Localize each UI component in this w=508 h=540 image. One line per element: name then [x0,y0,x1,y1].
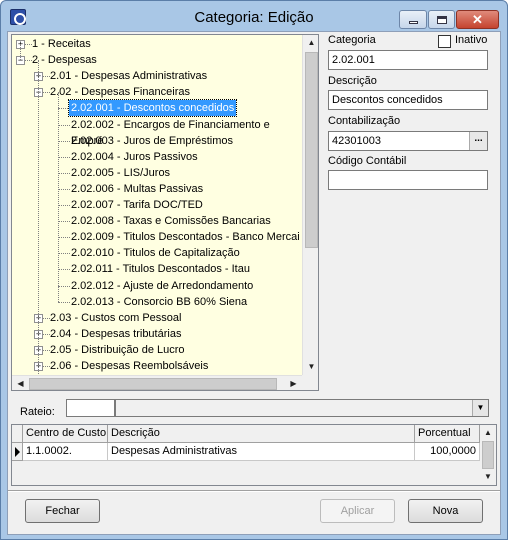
scroll-right-icon[interactable]: ▶ [285,376,302,390]
tree-guide-line [20,44,21,60]
tree-item[interactable]: 2.02.005 - LIS/Juros [69,165,172,181]
tree-rows: +1 - Receitas −2 - Despesas +2.01 - Despes… [12,35,302,375]
tree-item[interactable]: 2.02.008 - Taxas e Comissões Bancarias [69,213,273,229]
cell-porcentual[interactable]: 100,0000 [415,443,480,461]
close-button[interactable]: ✕ [456,10,499,29]
grid-scroll-down-icon[interactable]: ▼ [480,469,496,485]
tree-vertical-scrollbar[interactable]: ▲ ▼ [302,35,318,375]
grid-corner [12,425,23,443]
scroll-up-icon[interactable]: ▲ [303,35,318,51]
tree-vscroll-thumb[interactable] [305,52,318,248]
tree-item[interactable]: 2.01 - Despesas Administrativas [48,68,209,84]
tree-item[interactable]: 2 - Despesas [30,52,99,68]
grid-vertical-scrollbar[interactable]: ▲ ▼ [480,425,496,485]
row-indicator-icon [12,443,23,461]
nova-button[interactable]: Nova [408,499,483,523]
tree-guide-line [38,60,39,375]
minimize-icon [408,21,418,24]
edit-window: Categoria: Edição ✕ +1 - Receitas −2 - De… [0,0,508,540]
category-tree[interactable]: +1 - Receitas −2 - Despesas +2.01 - Despes… [11,34,319,391]
tree-item[interactable]: 2.02.009 - Titulos Descontados - Banco M… [69,229,302,245]
cell-descricao[interactable]: Despesas Administrativas [108,443,415,461]
descricao-label: Descrição [328,75,377,87]
tree-hscroll-thumb[interactable] [29,378,277,390]
tree-item[interactable]: 2.02.007 - Tarifa DOC/TED [69,197,205,213]
close-icon: ✕ [472,12,483,27]
minimize-button[interactable] [399,10,427,29]
rateio-label: Rateio: [20,406,55,418]
codigo-contabil-field[interactable] [328,170,488,190]
column-header-centro-custo[interactable]: Centro de Custo [23,425,108,443]
rateio-code-input[interactable] [66,399,115,417]
tree-item[interactable]: 2.02.013 - Consorcio BB 60% Siena [69,294,249,310]
tree-item[interactable]: 2.02.010 - Titulos de Capitalização [69,245,242,261]
button-separator [8,490,500,492]
inativo-checkbox[interactable] [438,35,451,48]
grid-vscroll-thumb[interactable] [482,441,494,469]
categoria-label: Categoria [328,34,376,46]
aplicar-button[interactable]: Aplicar [320,499,395,523]
maximize-button[interactable] [428,10,455,29]
contabilizacao-lookup-button[interactable]: ... [469,132,487,150]
tree-horizontal-scrollbar[interactable]: ◀ ▶ [12,375,302,390]
tree-item[interactable]: 2.02.001 - Descontos concedidos [67,99,238,118]
inativo-label: Inativo [455,34,488,46]
codigo-contabil-label: Código Contábil [328,155,407,167]
fechar-button[interactable]: Fechar [25,499,100,523]
tree-item[interactable]: 2.02.006 - Multas Passivas [69,181,205,197]
rateio-select[interactable]: ▼ [115,399,489,417]
contabilizacao-label: Contabilização [328,115,401,127]
scroll-left-icon[interactable]: ◀ [12,376,29,390]
tree-item[interactable]: 2.04 - Despesas tributárias [48,326,183,342]
chevron-down-icon[interactable]: ▼ [472,400,488,416]
tree-guide-line [58,92,59,302]
size-grip-icon [302,375,318,390]
contabilizacao-field[interactable]: 42301003 ... [328,131,488,151]
title-bar[interactable]: Categoria: Edição ✕ [1,1,507,31]
tree-item[interactable]: 2.03 - Custos com Pessoal [48,310,183,326]
grid-scroll-up-icon[interactable]: ▲ [480,425,496,441]
dialog-client-area: +1 - Receitas −2 - Despesas +2.01 - Despes… [7,31,501,535]
tree-item[interactable]: 2.02 - Despesas Financeiras [48,84,192,100]
contabilizacao-value: 42301003 [332,135,381,147]
descricao-field[interactable]: Descontos concedidos [328,90,488,110]
column-header-descricao[interactable]: Descrição [108,425,415,443]
cell-centro-custo[interactable]: 1.1.0002. [23,443,108,461]
tree-item[interactable]: 2.02.011 - Titulos Descontados - Itau [69,261,252,277]
tree-item[interactable]: 2.02.003 - Juros de Empréstimos [69,133,235,149]
tree-item[interactable]: 2.05 - Distribuição de Lucro [48,342,187,358]
tree-item[interactable]: 1 - Receitas [30,36,93,52]
column-header-porcentual[interactable]: Porcentual [415,425,480,443]
tree-item[interactable]: 2.02.012 - Ajuste de Arredondamento [69,278,255,294]
tree-item[interactable]: 2.02.002 - Encargos de Financiamento e E… [69,117,302,147]
categoria-field[interactable]: 2.02.001 [328,50,488,70]
rateio-grid[interactable]: Centro de Custo Descrição Porcentual 1.1… [11,424,497,486]
tree-item[interactable]: 2.02.004 - Juros Passivos [69,149,200,165]
tree-item[interactable]: 2.06 - Despesas Reembolsáveis [48,358,210,374]
maximize-icon [436,15,447,24]
scroll-down-icon[interactable]: ▼ [303,359,318,375]
